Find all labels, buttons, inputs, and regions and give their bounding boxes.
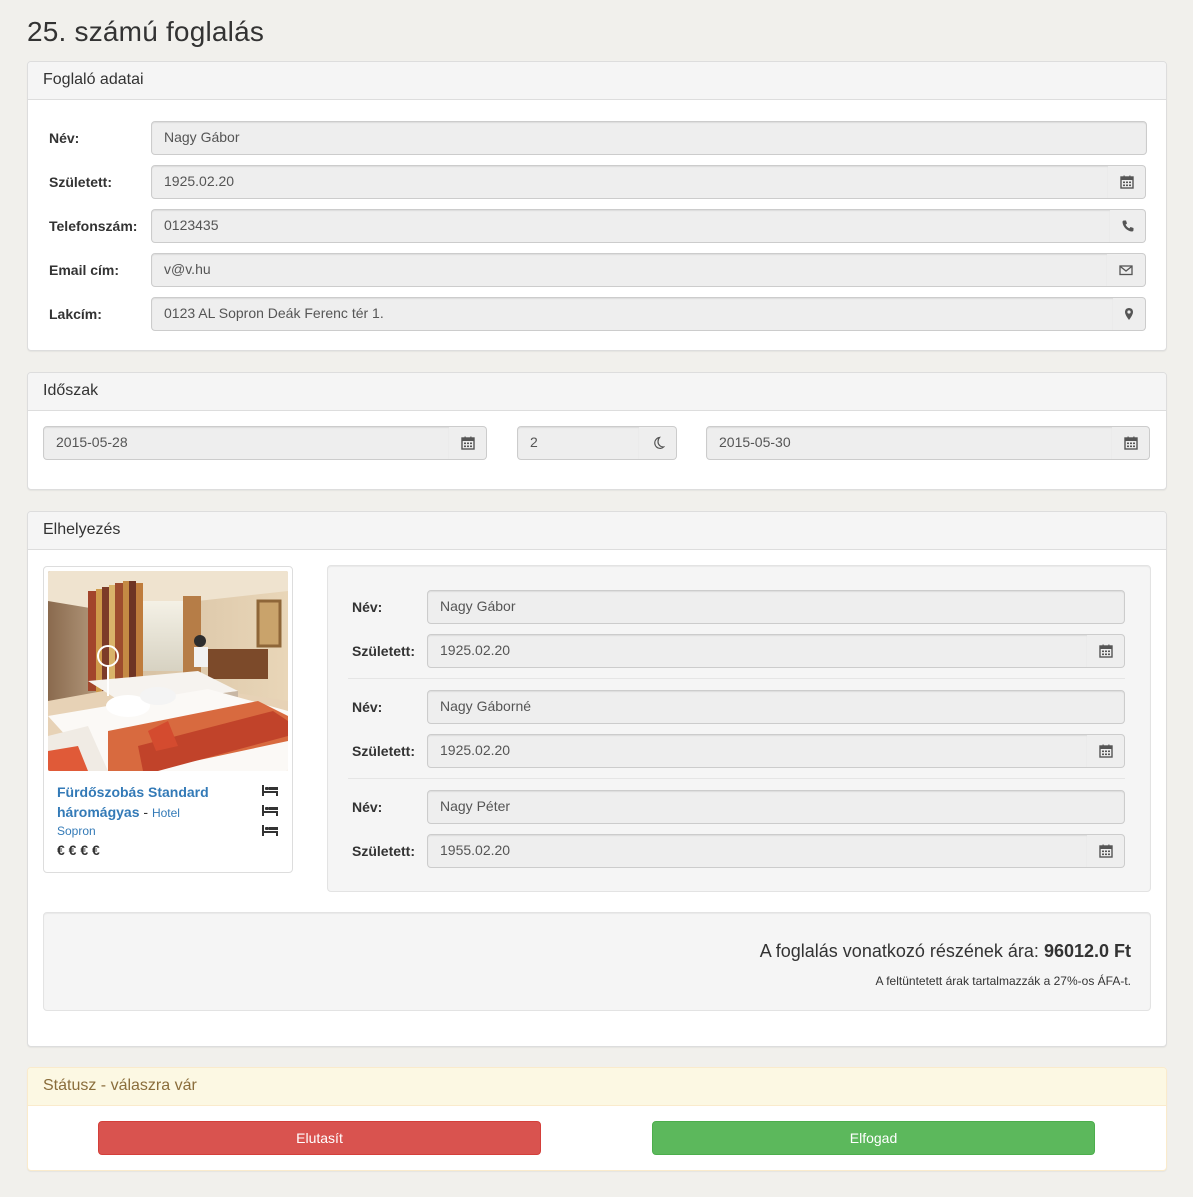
guest-name-label: Név: — [352, 599, 383, 615]
vat-note: A feltüntetett árak tartalmazzák a 27%-o… — [875, 974, 1131, 988]
end-date-field[interactable]: 2015-05-30 — [706, 426, 1113, 460]
price-level: € € € € — [57, 842, 100, 858]
page-title: 25. számú foglalás — [27, 16, 265, 47]
period-panel-heading: Időszak — [28, 373, 1166, 411]
room-photo[interactable] — [48, 571, 288, 771]
email-field[interactable]: v@v.hu — [151, 253, 1108, 287]
guest-name-field[interactable]: Nagy Gábor — [427, 590, 1125, 624]
bed-icon — [262, 785, 278, 796]
price-value: 96012.0 Ft — [1043, 941, 1131, 961]
status-panel: Státusz - válaszra vár Elutasít Elfogad — [27, 1067, 1167, 1171]
guest-birth-label: Született: — [352, 843, 415, 859]
phone-icon[interactable] — [1110, 209, 1146, 243]
status-panel-heading: Státusz - válaszra vár — [28, 1068, 1166, 1106]
birth-field[interactable]: 1925.02.20 — [151, 165, 1109, 199]
name-field[interactable]: Nagy Gábor — [151, 121, 1147, 155]
phone-field[interactable]: 0123435 — [151, 209, 1111, 243]
envelope-icon[interactable] — [1107, 253, 1146, 287]
phone-label: Telefonszám: — [49, 218, 138, 234]
guest-birth-label: Született: — [352, 643, 415, 659]
placement-panel: Elhelyezés Fürdőszobás Standard háromágy… — [27, 511, 1167, 1047]
period-panel: Időszak 2015-05-28 2 2015-05-30 — [27, 372, 1167, 490]
guest-birth-field[interactable]: 1955.02.20 — [427, 834, 1088, 868]
guest-separator — [348, 778, 1125, 779]
accept-button[interactable]: Elfogad — [652, 1121, 1095, 1155]
guest-name-label: Név: — [352, 799, 383, 815]
start-date-field[interactable]: 2015-05-28 — [43, 426, 450, 460]
guest-birth-field[interactable]: 1925.02.20 — [427, 634, 1088, 668]
booker-panel-heading: Foglaló adatai — [28, 62, 1166, 100]
address-label: Lakcím: — [49, 306, 102, 322]
calendar-icon[interactable] — [1087, 734, 1125, 768]
calendar-icon[interactable] — [1087, 834, 1125, 868]
placement-panel-heading: Elhelyezés — [28, 512, 1166, 550]
booker-panel: Foglaló adatai Név: Nagy Gábor Született… — [27, 61, 1167, 351]
calendar-icon[interactable] — [1112, 426, 1150, 460]
guests-well: Név: Nagy Gábor Született: 1925.02.20 Né… — [327, 565, 1151, 892]
bed-icon — [262, 825, 278, 836]
price-summary: A foglalás vonatkozó részének ára: 96012… — [760, 941, 1131, 962]
email-label: Email cím: — [49, 262, 120, 278]
room-title-link[interactable]: Fürdőszobás Standard háromágyas — [57, 784, 209, 820]
guest-separator — [348, 678, 1125, 679]
guest-name-label: Név: — [352, 699, 383, 715]
guest-name-field[interactable]: Nagy Péter — [427, 790, 1125, 824]
room-title[interactable]: Fürdőszobás Standard háromágyas - Hotel — [57, 782, 252, 823]
room-title-separator: - — [139, 804, 152, 820]
calendar-icon[interactable] — [1108, 165, 1146, 199]
bed-icon — [262, 805, 278, 816]
room-location[interactable]: Sopron — [57, 824, 96, 838]
bed-icons — [262, 784, 280, 844]
guest-birth-field[interactable]: 1925.02.20 — [427, 734, 1088, 768]
room-card[interactable]: Fürdőszobás Standard háromágyas - Hotel … — [43, 566, 293, 873]
price-well: A foglalás vonatkozó részének ára: 96012… — [43, 912, 1151, 1011]
nights-field[interactable]: 2 — [517, 426, 640, 460]
guest-name-field[interactable]: Nagy Gáborné — [427, 690, 1125, 724]
reject-button[interactable]: Elutasít — [98, 1121, 541, 1155]
moon-icon[interactable] — [639, 426, 677, 460]
map-marker-icon[interactable] — [1113, 297, 1146, 331]
guest-birth-label: Született: — [352, 743, 415, 759]
calendar-icon[interactable] — [449, 426, 487, 460]
hotel-link[interactable]: Hotel — [152, 806, 180, 820]
price-prefix: A foglalás vonatkozó részének ára: — [759, 941, 1039, 961]
birth-label: Született: — [49, 174, 112, 190]
name-label: Név: — [49, 130, 80, 146]
address-field[interactable]: 0123 AL Sopron Deák Ferenc tér 1. — [151, 297, 1114, 331]
calendar-icon[interactable] — [1087, 634, 1125, 668]
